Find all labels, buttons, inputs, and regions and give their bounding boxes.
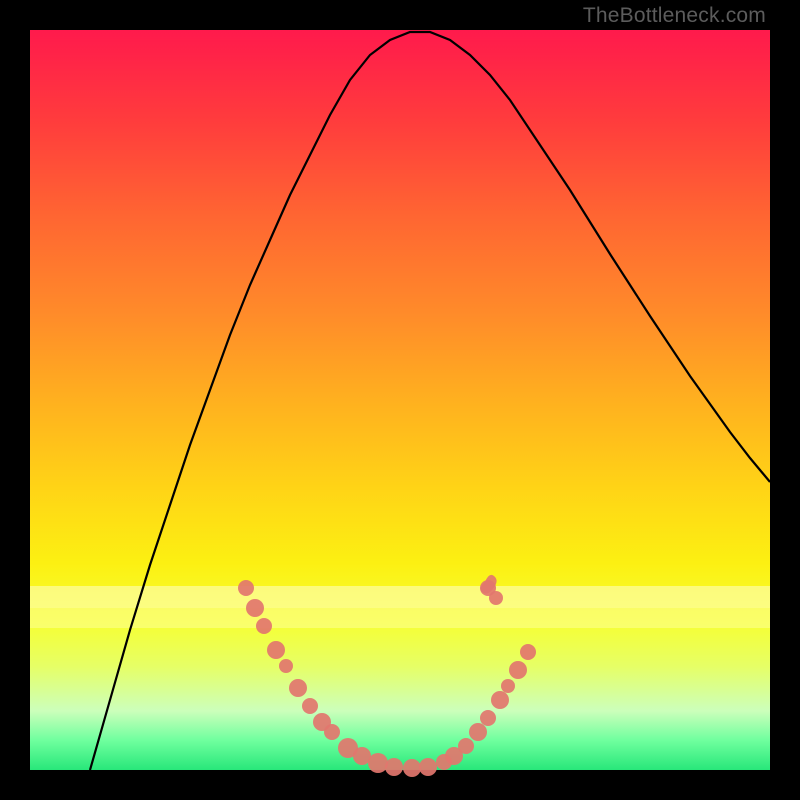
chart-svg	[30, 30, 770, 770]
data-marker	[458, 738, 474, 754]
data-marker	[501, 679, 515, 693]
data-marker	[491, 691, 509, 709]
data-marker	[324, 724, 340, 740]
data-marker	[520, 644, 536, 660]
data-marker	[469, 723, 487, 741]
chart-frame	[30, 30, 770, 770]
data-marker	[403, 759, 421, 777]
data-marker	[480, 710, 496, 726]
data-marker	[368, 753, 388, 773]
bottleneck-curve	[90, 32, 770, 770]
data-marker	[509, 661, 527, 679]
data-marker	[302, 698, 318, 714]
data-marker	[419, 758, 437, 776]
data-marker	[385, 758, 403, 776]
data-markers	[238, 580, 536, 777]
data-marker	[256, 618, 272, 634]
data-marker	[279, 659, 293, 673]
data-marker	[267, 641, 285, 659]
data-marker	[489, 591, 503, 605]
watermark-text: TheBottleneck.com	[583, 4, 766, 28]
data-marker	[246, 599, 264, 617]
data-marker	[238, 580, 254, 596]
data-marker	[289, 679, 307, 697]
